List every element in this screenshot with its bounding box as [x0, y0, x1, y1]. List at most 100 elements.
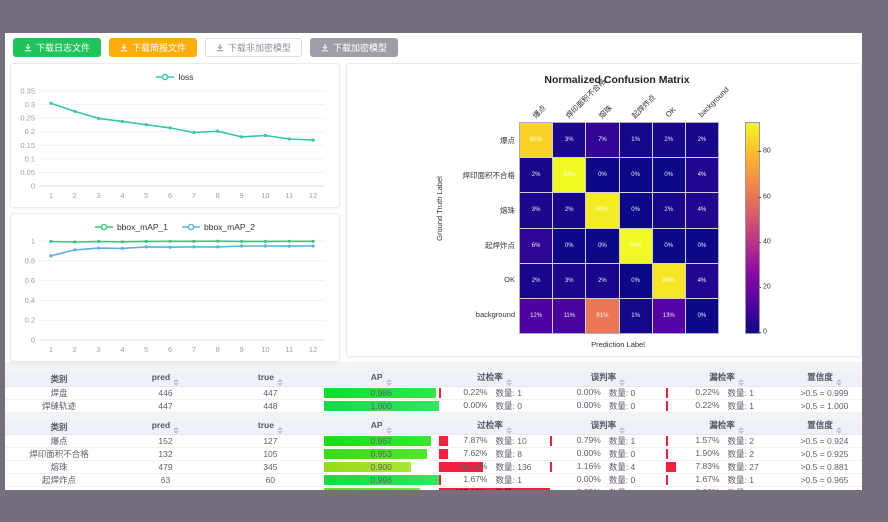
legend-marker-icon [95, 223, 113, 231]
header-label: pred [152, 420, 170, 430]
column-header-true[interactable]: true [218, 419, 323, 435]
column-header-误判率[interactable]: 误判率 [550, 419, 667, 435]
colorbar-tick-label: 80 [763, 148, 771, 155]
matrix-cell: 2% [653, 123, 685, 157]
sort-caret-icon[interactable] [836, 379, 842, 386]
confidence-cell: >0.5 = 0.925 [787, 448, 862, 461]
miss-cell: 7.83%数量: 27 [666, 461, 787, 474]
rate-values: 0.00%数量: 0 [550, 487, 667, 490]
legend-item-loss[interactable]: loss [156, 72, 193, 82]
svg-text:2: 2 [73, 345, 77, 354]
table-row: 焊盘4464470.9860.22%数量: 10.00%数量: 00.22%数量… [5, 387, 862, 400]
metrics-table-0: 类别predtrueAP过检率误判率漏检率置信度焊盘4464470.9860.2… [5, 371, 862, 413]
sort-caret-icon[interactable] [619, 379, 625, 386]
matrix-x-axis-label: Prediction Label [519, 340, 717, 349]
ap-value: 0.953 [371, 449, 392, 459]
confusion-matrix-title: Normalized Confusion Matrix [467, 74, 767, 86]
table-row: OK1171000.929117.00%数量: 1170.00%数量: 00.0… [5, 487, 862, 491]
legend-item-bbox_mAP_1[interactable]: bbox_mAP_1 [95, 222, 168, 232]
header-label: pred [152, 372, 170, 382]
sort-caret-icon[interactable] [738, 379, 744, 386]
colorbar-tick-label: 60 [763, 193, 771, 200]
download-button-0[interactable]: 下载日志文件 [13, 38, 101, 57]
sort-caret-icon[interactable] [173, 379, 179, 386]
pred-cell: 447 [113, 400, 218, 413]
svg-text:11: 11 [285, 191, 293, 200]
colorbar-tick-mark [758, 151, 761, 152]
column-header-过检率[interactable]: 过检率 [439, 419, 549, 435]
column-header-pred[interactable]: pred [113, 371, 218, 387]
legend-item-bbox_mAP_2[interactable]: bbox_mAP_2 [182, 222, 255, 232]
matrix-cell: 93% [553, 158, 585, 192]
pred-cell: 446 [113, 387, 218, 400]
sort-caret-icon[interactable] [836, 427, 842, 434]
sort-caret-icon[interactable] [277, 427, 283, 434]
matrix-cell: 0% [653, 229, 685, 263]
column-header-类别: 类别 [5, 371, 113, 387]
true-cell: 127 [218, 435, 323, 448]
download-toolbar: 下载日志文件下载简报文件下载非加密模型下载加密模型 [5, 33, 862, 61]
download-button-2[interactable]: 下载非加密模型 [205, 38, 302, 57]
svg-text:10: 10 [261, 191, 269, 200]
table-row: 爆点1521270.9677.87%数量: 100.79%数量: 11.57%数… [5, 435, 862, 448]
column-header-漏检率[interactable]: 漏检率 [666, 371, 787, 387]
true-cell: 448 [218, 400, 323, 413]
sort-caret-icon[interactable] [277, 379, 283, 386]
left-chart-column: loss 00.050.10.150.20.250.30.35123456789… [10, 63, 340, 362]
matrix-cell: 12% [520, 299, 552, 333]
ap-bar [324, 462, 411, 472]
class-cell: 焊印面积不合格 [5, 448, 113, 461]
svg-text:4: 4 [120, 191, 124, 200]
matrix-cell: 93% [620, 229, 652, 263]
matrix-cell: 7% [586, 123, 618, 157]
download-button-3[interactable]: 下载加密模型 [310, 38, 398, 57]
matrix-col-label: 爆点 [530, 103, 548, 121]
true-cell: 60 [218, 474, 323, 487]
map-chart-card: bbox_mAP_1bbox_mAP_2 00.20.40.60.8112345… [10, 213, 340, 362]
matrix-col-label: background [696, 85, 730, 119]
miss-cell: 1.67%数量: 1 [666, 474, 787, 487]
sort-caret-icon[interactable] [386, 427, 392, 434]
true-cell: 447 [218, 387, 323, 400]
ap-value: 0.996 [371, 475, 392, 485]
sort-caret-icon[interactable] [619, 427, 625, 434]
sort-caret-icon[interactable] [386, 379, 392, 386]
table-row: 焊印面积不合格1321050.9537.62%数量: 80.00%数量: 01.… [5, 448, 862, 461]
matrix-row-label: 起焊炸点 [425, 240, 515, 251]
svg-text:5: 5 [144, 191, 148, 200]
column-header-pred[interactable]: pred [113, 419, 218, 435]
matrix-cell: 0% [653, 158, 685, 192]
legend-label: loss [178, 72, 193, 82]
true-cell: 105 [218, 448, 323, 461]
matrix-cell: 89% [653, 264, 685, 298]
class-cell: 爆点 [5, 435, 113, 448]
sort-caret-icon[interactable] [506, 427, 512, 434]
column-header-漏检率[interactable]: 漏检率 [666, 419, 787, 435]
sort-caret-icon[interactable] [738, 427, 744, 434]
column-header-AP[interactable]: AP [323, 371, 440, 387]
matrix-cell: 0% [586, 158, 618, 192]
colorbar-tick-label: 0 [763, 329, 767, 336]
header-label: 漏检率 [709, 372, 735, 382]
ap-value: 0.986 [371, 388, 392, 398]
download-icon [321, 44, 329, 52]
overkill-cell: 39.42%数量: 136 [439, 461, 549, 474]
header-label: 漏检率 [709, 420, 735, 430]
column-header-过检率[interactable]: 过检率 [439, 371, 549, 387]
column-header-置信度[interactable]: 置信度 [787, 419, 862, 435]
svg-text:3: 3 [96, 345, 100, 354]
column-header-置信度[interactable]: 置信度 [787, 371, 862, 387]
column-header-AP[interactable]: AP [323, 419, 440, 435]
sort-caret-icon[interactable] [173, 427, 179, 434]
misjudge-cell: 0.00%数量: 0 [550, 387, 667, 400]
overkill-cell: 1.67%数量: 1 [439, 474, 549, 487]
column-header-误判率[interactable]: 误判率 [550, 371, 667, 387]
column-header-true[interactable]: true [218, 371, 323, 387]
svg-text:0: 0 [31, 336, 35, 345]
sort-caret-icon[interactable] [506, 379, 512, 386]
download-button-1[interactable]: 下载简报文件 [109, 38, 197, 57]
confidence-cell: >0.5 = 0.881 [787, 461, 862, 474]
miss-cell: 0.00%数量: 0 [666, 487, 787, 491]
legend-marker-icon [156, 73, 174, 81]
svg-text:2: 2 [73, 191, 77, 200]
